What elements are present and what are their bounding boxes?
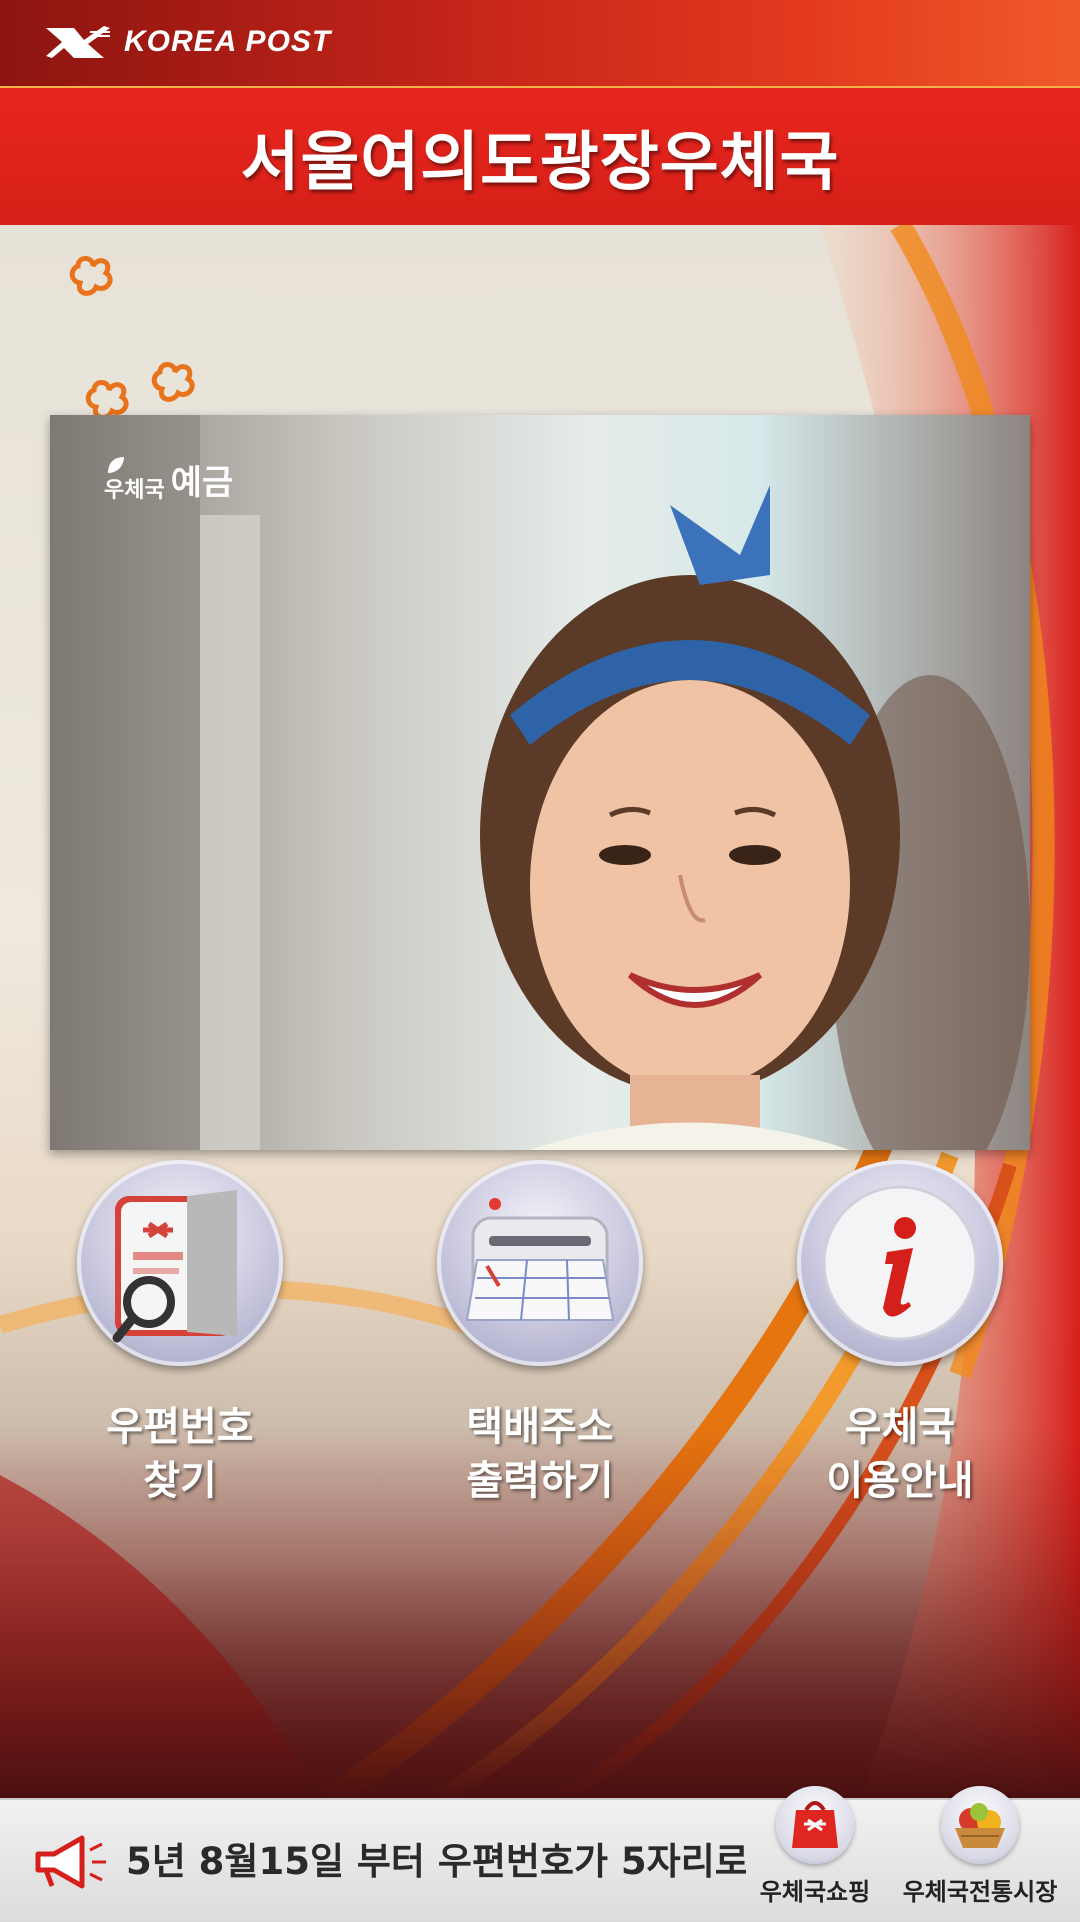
label-line-2: 이용안내: [826, 1458, 974, 1504]
post-office-guide-button[interactable]: 우체국 이용안내: [790, 1160, 1010, 1508]
notice-ticker[interactable]: 5년 8월15일 부터 우편번호가 5자리로 변: [126, 1836, 746, 1888]
traditional-market-button[interactable]: 우체국전통시장: [900, 1786, 1060, 1907]
label-line-2: 출력하기: [466, 1458, 614, 1504]
main-stage: 우체국 예금: [0, 225, 1080, 1798]
zipcode-book-search-icon: [77, 1160, 283, 1366]
megaphone-icon: [35, 1835, 106, 1889]
top-bar: KOREA POST: [0, 0, 1080, 88]
title-bar: 서울여의도광장우체국: [0, 88, 1080, 225]
zipcode-search-label: 우편번호 찾기: [70, 1400, 290, 1508]
parcel-address-print-label: 택배주소 출력하기: [430, 1400, 650, 1508]
page-title: 서울여의도광장우체국: [240, 125, 840, 200]
flower-decoration-icon: [151, 362, 195, 402]
video-advertisement[interactable]: 우체국 예금: [50, 415, 1030, 1150]
korea-post-logo: KOREA POST: [44, 22, 331, 62]
notice-footer: 5년 8월15일 부터 우편번호가 5자리로 변 우체국쇼핑 우체국전통시장: [0, 1786, 1080, 1922]
post-office-shopping-button[interactable]: 우체국쇼핑: [735, 1786, 895, 1907]
korea-post-emblem-icon: [46, 26, 110, 58]
zipcode-search-button[interactable]: 우편번호 찾기: [70, 1160, 290, 1508]
savings-brand-watermark: 우체국 예금: [104, 455, 233, 504]
brand-name: KOREA POST: [124, 25, 332, 58]
shopping-bag-icon: [776, 1786, 854, 1864]
label-line-1: 우편번호: [106, 1404, 254, 1450]
label-line-2: 찾기: [143, 1458, 217, 1504]
brand-big-text: 예금: [170, 463, 234, 503]
shopping-label: 우체국쇼핑: [759, 1878, 871, 1906]
traditional-market-label: 우체국전통시장: [902, 1878, 1058, 1906]
flower-decoration-icon: [69, 256, 113, 296]
fruit-basket-icon: [941, 1786, 1019, 1864]
label-line-1: 택배주소: [466, 1404, 614, 1450]
label-line-1: 우체국: [844, 1404, 956, 1450]
leaf-icon: [108, 457, 124, 473]
printer-icon: [437, 1160, 643, 1366]
info-icon: [797, 1160, 1003, 1366]
brand-small-text: 우체국: [104, 478, 165, 503]
post-office-guide-label: 우체국 이용안내: [790, 1400, 1010, 1508]
video-frame-illustration: [50, 415, 1030, 1150]
parcel-address-print-button[interactable]: 택배주소 출력하기: [430, 1160, 650, 1508]
